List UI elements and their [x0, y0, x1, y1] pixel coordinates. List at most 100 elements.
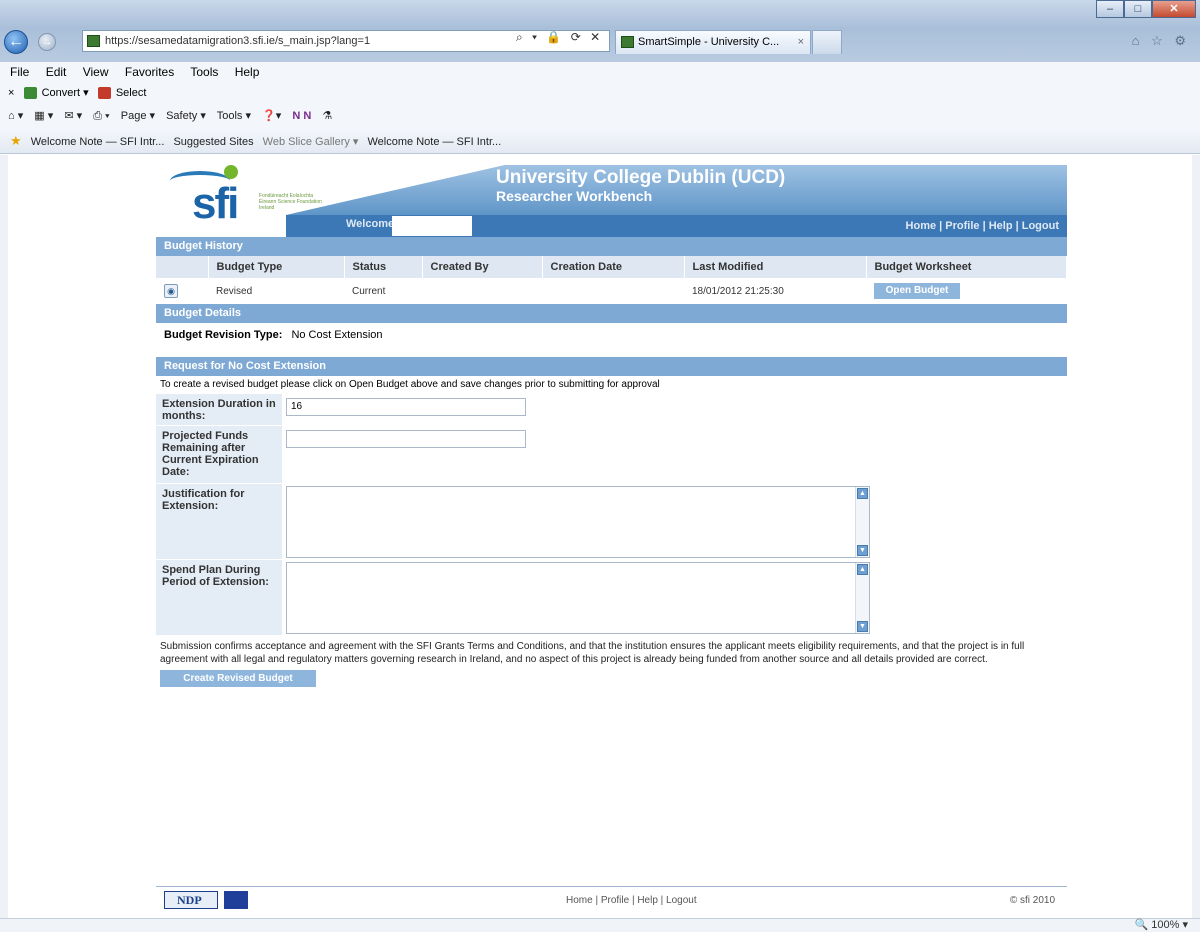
scroll-down-icon[interactable]: ▼: [857, 621, 868, 632]
maximize-button[interactable]: □: [1124, 0, 1152, 18]
spend-plan-textarea[interactable]: ▲ ▼: [286, 562, 870, 634]
tab-close-icon[interactable]: ×: [798, 31, 804, 53]
favorite-link-2[interactable]: Suggested Sites: [173, 136, 253, 148]
page-title: University College Dublin (UCD): [496, 167, 786, 188]
convert-button[interactable]: Convert: [42, 87, 81, 99]
tools-menu[interactable]: Tools ▾: [217, 110, 251, 122]
justification-scrollbar[interactable]: ▲ ▼: [855, 487, 869, 557]
home-favorites-tools-icons[interactable]: ⌂ ☆ ⚙: [1132, 33, 1190, 49]
budget-history-heading: Budget History: [156, 237, 1067, 256]
forward-icon[interactable]: →: [38, 33, 56, 51]
logo-tagline: Fondúireacht Eolaíochta Éireann Science …: [259, 193, 322, 211]
table-header-row: Budget Type Status Created By Creation D…: [156, 256, 1067, 278]
back-icon[interactable]: ←: [4, 30, 28, 54]
duration-cell: 16: [282, 394, 526, 426]
spend-plan-row: Spend Plan During Period of Extension: ▲…: [156, 560, 1067, 636]
request-heading: Request for No Cost Extension: [156, 357, 1067, 376]
zoom-icon: 🔍: [1134, 919, 1149, 931]
close-window-button[interactable]: ✕: [1152, 0, 1196, 18]
view-cell: ◉: [156, 278, 208, 304]
create-revised-budget-button[interactable]: Create Revised Budget: [160, 670, 316, 687]
convert-close-icon[interactable]: ×: [8, 87, 14, 99]
col-view: [156, 256, 209, 278]
site-header: sfi Fondúireacht Eolaíochta Éireann Scie…: [156, 165, 1067, 237]
scroll-up-icon[interactable]: ▲: [857, 564, 868, 575]
browser-tab[interactable]: SmartSimple - University C... ×: [615, 30, 811, 54]
menu-bar: File Edit View Favorites Tools Help: [0, 62, 1200, 82]
menu-edit[interactable]: Edit: [46, 65, 67, 79]
justification-cell: ▲ ▼: [282, 484, 870, 560]
research-icon[interactable]: ⚗: [322, 110, 332, 122]
new-tab-button[interactable]: [812, 30, 842, 54]
cell-created-by: [422, 278, 542, 304]
select-icon: [97, 87, 111, 100]
menu-favorites[interactable]: Favorites: [125, 65, 174, 79]
menu-tools[interactable]: Tools: [190, 65, 218, 79]
address-text: https://sesamedatamigration3.sfi.ie/s_ma…: [105, 35, 371, 47]
favorite-link-1[interactable]: Welcome Note — SFI Intr...: [31, 136, 165, 148]
justification-textarea[interactable]: ▲ ▼: [286, 486, 870, 558]
header-nav-links[interactable]: Home | Profile | Help | Logout: [906, 220, 1059, 232]
scroll-down-icon[interactable]: ▼: [857, 545, 868, 556]
revision-type-value: No Cost Extension: [291, 329, 383, 341]
select-button[interactable]: Select: [116, 87, 147, 99]
browser-titlebar: – □ ✕ ← → https://sesamedatamigration3.s…: [0, 0, 1200, 62]
convert-toolbar: × Convert ▾ Select: [0, 82, 1200, 104]
funds-row: Projected Funds Remaining after Current …: [156, 426, 1067, 484]
favorites-star-icon[interactable]: ★: [10, 133, 22, 148]
command-bar: ⌂ ▾ ▦ ▾ ✉ ▾ ⎙ ▾ Page ▾ Safety ▾ Tools ▾ …: [0, 104, 1200, 128]
page-content: sfi Fondúireacht Eolaíochta Éireann Scie…: [156, 165, 1067, 687]
funds-input[interactable]: [286, 430, 526, 448]
terms-text: Submission confirms acceptance and agree…: [160, 641, 1025, 665]
minimize-button[interactable]: –: [1096, 0, 1124, 18]
budget-details-heading: Budget Details: [156, 304, 1067, 323]
table-row: ◉ Revised Current 18/01/2012 21:25:30 Op…: [156, 278, 1067, 304]
navigation-row: ← → https://sesamedatamigration3.sfi.ie/…: [4, 27, 1194, 54]
status-bar: 🔍 100% ▾: [0, 918, 1200, 932]
revision-type-label: Budget Revision Type:: [164, 329, 283, 341]
duration-input[interactable]: 16: [286, 398, 526, 416]
logo-dot: [224, 165, 238, 179]
budget-history-table: Budget Type Status Created By Creation D…: [156, 256, 1067, 304]
col-budget-worksheet: Budget Worksheet: [866, 256, 1067, 278]
justification-label: Justification for Extension:: [156, 484, 282, 560]
col-created-by: Created By: [422, 256, 543, 278]
address-bar-icons[interactable]: ⌕ ▾ 🔒 ⟳ ✕: [516, 30, 603, 45]
tab-title: SmartSimple - University C...: [638, 36, 780, 48]
welcome-label: Welcome: [346, 218, 395, 230]
view-record-icon[interactable]: ◉: [164, 284, 178, 298]
spend-plan-scrollbar[interactable]: ▲ ▼: [855, 563, 869, 633]
eu-flag-icon: [224, 891, 248, 909]
col-budget-type: Budget Type: [208, 256, 345, 278]
col-creation-date: Creation Date: [542, 256, 685, 278]
zoom-level[interactable]: 100%: [1151, 919, 1179, 931]
home-icon[interactable]: ⌂ ▾: [8, 110, 23, 122]
page-menu[interactable]: Page ▾: [121, 110, 155, 122]
instruction-text: To create a revised budget please click …: [160, 379, 660, 390]
justification-row: Justification for Extension: ▲ ▼: [156, 484, 1067, 560]
cell-worksheet: Open Budget: [866, 278, 1067, 304]
favorite-link-3[interactable]: Web Slice Gallery ▾: [263, 136, 359, 148]
tab-favicon-icon: [621, 36, 634, 48]
spend-plan-label: Spend Plan During Period of Extension:: [156, 560, 282, 636]
favorite-link-4[interactable]: Welcome Note — SFI Intr...: [368, 136, 502, 148]
help-icon[interactable]: ❓▾: [262, 110, 281, 122]
menu-help[interactable]: Help: [235, 65, 260, 79]
scroll-up-icon[interactable]: ▲: [857, 488, 868, 499]
convert-dropdown-icon[interactable]: ▾: [83, 87, 89, 99]
safety-menu[interactable]: Safety ▾: [166, 110, 206, 122]
menu-view[interactable]: View: [83, 65, 109, 79]
mail-icon[interactable]: ✉ ▾: [64, 110, 82, 122]
window-controls: – □ ✕: [1096, 0, 1196, 18]
feeds-icon[interactable]: ▦ ▾: [34, 110, 53, 122]
onenote-icon[interactable]: N N: [292, 110, 311, 122]
footer-nav-links[interactable]: Home | Profile | Help | Logout: [566, 895, 697, 906]
zoom-dropdown-icon[interactable]: ▾: [1182, 919, 1188, 931]
open-budget-button[interactable]: Open Budget: [874, 283, 960, 299]
menu-file[interactable]: File: [10, 65, 29, 79]
print-icon[interactable]: ⎙ ▾: [93, 110, 109, 122]
funds-cell: [282, 426, 526, 484]
logo-wordmark: sfi: [192, 179, 239, 228]
budget-details-row: Budget Revision Type: No Cost Extension: [156, 323, 1067, 357]
web-page: sfi Fondúireacht Eolaíochta Éireann Scie…: [0, 155, 1200, 918]
